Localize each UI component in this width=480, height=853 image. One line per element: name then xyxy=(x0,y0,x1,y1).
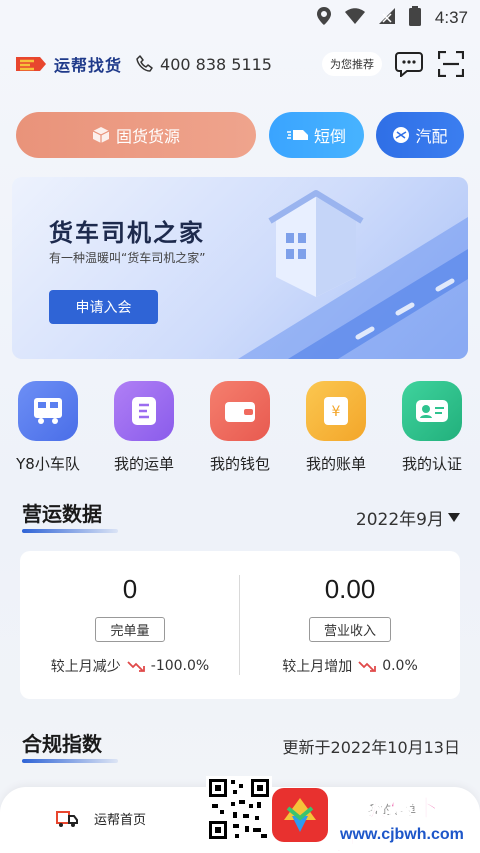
compliance-title: 合规指数 xyxy=(22,732,102,756)
completed-compare-value: -100.0% xyxy=(150,658,210,674)
watermark-logo xyxy=(272,788,328,842)
hotline[interactable]: 400 838 5115 xyxy=(136,55,272,74)
trend-down-icon xyxy=(358,661,377,672)
grid-item-my-certification[interactable]: 我的认证 xyxy=(384,381,480,474)
auto-parts-label: 汽配 xyxy=(415,127,448,146)
revenue-value: 0.00 xyxy=(324,574,376,604)
feature-grid: Y8小车队 我的运单 我的钱包 ¥ 我的账单 我的认证 xyxy=(0,381,480,477)
operations-underline xyxy=(22,529,118,533)
banner-house-illustration xyxy=(238,190,468,359)
completed-compare: 较上月减少 -100.0% xyxy=(51,656,209,676)
qr-code-image xyxy=(206,776,272,842)
id-card-icon xyxy=(402,381,462,441)
brand-mark-icon xyxy=(16,57,46,71)
completed-compare-label: 较上月减少 xyxy=(50,659,121,675)
auto-parts-icon xyxy=(393,127,410,143)
revenue-compare-label: 较上月增加 xyxy=(282,659,353,675)
banner-title: 货车司机之家 xyxy=(49,219,205,247)
revenue-stat[interactable]: 0.00 营业收入 较上月增加 0.0% xyxy=(240,551,460,699)
grid-label: 我的认证 xyxy=(401,455,462,473)
driver-home-banner[interactable]: 货车司机之家 有一种温暖叫“货车司机之家” 申请入会 xyxy=(12,177,468,359)
brand-logo[interactable]: 运帮找货 xyxy=(14,52,122,76)
grid-item-my-wallet[interactable]: 我的钱包 xyxy=(192,381,288,474)
caret-down-icon xyxy=(448,512,460,522)
compliance-updated: 更新于2022年10月13日 xyxy=(282,738,460,757)
compliance-underline xyxy=(22,759,118,763)
hotline-number: 400 838 5115 xyxy=(160,54,272,74)
trend-down-icon xyxy=(127,661,145,672)
status-time: 4:37 xyxy=(434,8,468,27)
month-selector[interactable]: 2022年9月 xyxy=(356,505,460,530)
short-haul-button[interactable]: 短倒 xyxy=(269,112,364,158)
month-value: 2022年9月 xyxy=(355,510,444,530)
box-icon xyxy=(92,127,110,143)
bill-icon: ¥ xyxy=(306,381,366,441)
chat-icon[interactable] xyxy=(394,49,424,79)
grid-label: 我的运单 xyxy=(113,455,174,473)
revenue-compare: 较上月增加 0.0% xyxy=(282,656,418,676)
truck-icon xyxy=(56,810,78,827)
signal-icon xyxy=(378,8,395,28)
operations-card: 0 完单量 较上月减少 -100.0% 0.00 营业收入 较上月增加 0.0% xyxy=(20,551,460,699)
quick-actions: 固货货源 短倒 汽配 xyxy=(16,112,464,158)
header: 运帮找货 400 838 5115 为您推荐 xyxy=(14,46,466,82)
completed-tag: 完单量 xyxy=(95,617,165,642)
banner-subtitle: 有一种温暖叫“货车司机之家” xyxy=(49,251,206,265)
auto-parts-button[interactable]: 汽配 xyxy=(376,112,464,158)
svg-text:¥: ¥ xyxy=(332,404,341,420)
revenue-tag: 营业收入 xyxy=(308,617,391,642)
grid-item-my-waybill[interactable]: 我的运单 xyxy=(96,381,192,474)
brand-name: 运帮找货 xyxy=(54,56,123,75)
phone-icon xyxy=(136,55,153,72)
recommend-button[interactable]: 为您推荐 xyxy=(322,52,382,76)
nav-home[interactable]: 运帮首页 xyxy=(56,809,146,828)
grid-label: 我的账单 xyxy=(305,455,366,473)
scan-icon[interactable] xyxy=(436,49,466,79)
wallet-icon xyxy=(210,381,270,441)
status-bar: 4:37 xyxy=(0,0,480,34)
join-button[interactable]: 申请入会 xyxy=(49,290,158,324)
short-haul-label: 短倒 xyxy=(313,127,346,146)
grid-label: 我的钱包 xyxy=(209,455,270,473)
completed-orders-stat[interactable]: 0 完单量 较上月减少 -100.0% xyxy=(20,551,240,699)
grid-item-y8-fleet[interactable]: Y8小车队 xyxy=(0,381,96,474)
truck-team-icon xyxy=(18,381,78,441)
location-icon xyxy=(316,7,331,29)
battery-icon xyxy=(408,6,421,30)
wifi-icon xyxy=(344,8,365,28)
fixed-cargo-button[interactable]: 固货货源 xyxy=(16,112,256,158)
grid-item-my-bill[interactable]: ¥ 我的账单 xyxy=(288,381,384,474)
truck-fast-icon xyxy=(286,130,308,140)
revenue-compare-value: 0.0% xyxy=(382,658,418,674)
nav-home-label: 运帮首页 xyxy=(94,813,147,828)
grid-label: Y8小车队 xyxy=(16,455,80,473)
completed-value: 0 xyxy=(122,574,138,604)
operations-title: 营运数据 xyxy=(22,502,102,526)
fixed-cargo-label: 固货货源 xyxy=(115,127,180,146)
watermark-url: www.cjbwh.com xyxy=(340,826,464,843)
waybill-icon xyxy=(114,381,174,441)
